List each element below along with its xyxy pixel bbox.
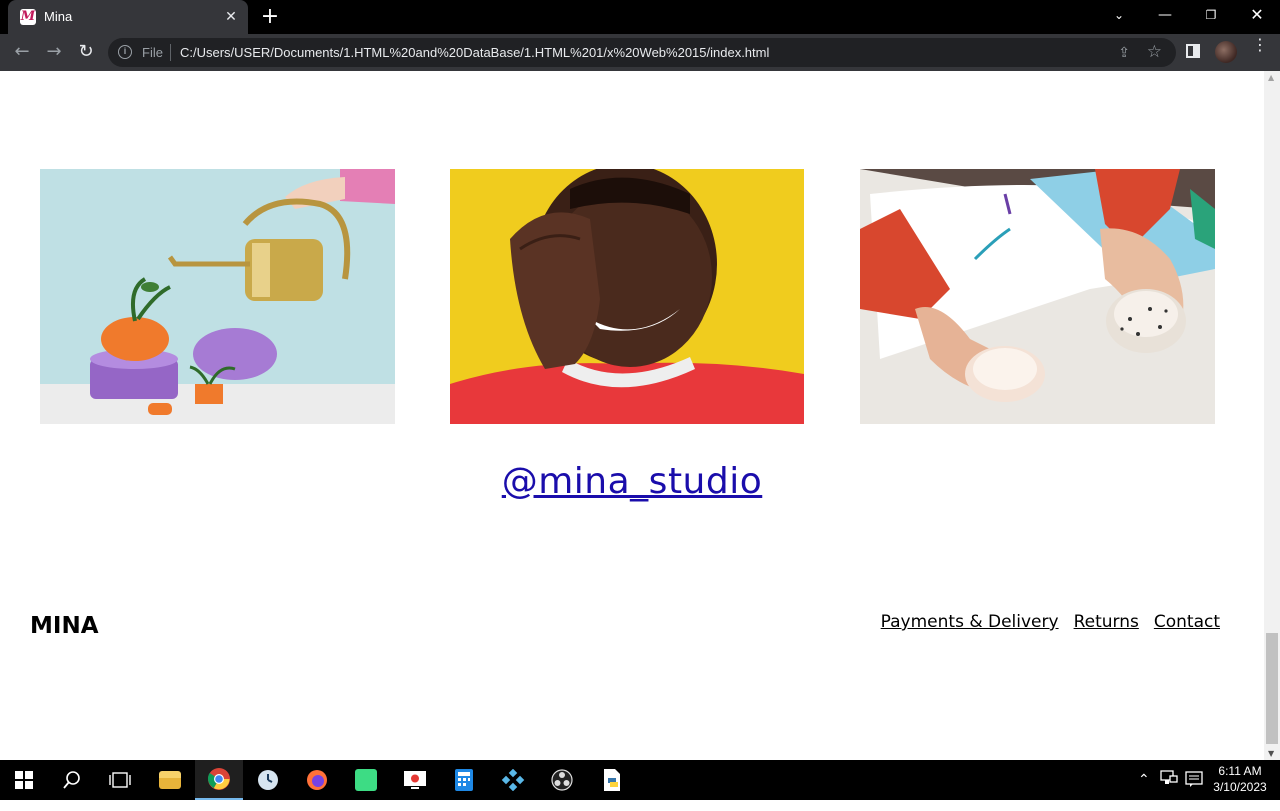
forward-arrow-icon[interactable]: → xyxy=(42,40,66,64)
clock-app-icon[interactable] xyxy=(244,760,292,800)
tab-title: Mina xyxy=(44,9,73,24)
windows-start-icon[interactable] xyxy=(0,760,48,800)
screen-recorder-icon[interactable] xyxy=(391,760,439,800)
gallery-image-smiling-man xyxy=(450,169,804,424)
gallery-image-watering-can xyxy=(40,169,395,424)
scroll-up-arrow-icon[interactable]: ▲ xyxy=(1268,73,1274,82)
clock-date: 3/10/2023 xyxy=(1213,780,1267,794)
restore-icon[interactable]: ❐ xyxy=(1188,0,1234,30)
window-close-icon[interactable]: ✕ xyxy=(1234,0,1280,30)
browser-title-bar: M Mina ✕ + ⌄ — ❐ ✕ xyxy=(0,0,1280,34)
browser-tab[interactable]: M Mina ✕ xyxy=(8,0,248,34)
file-explorer-icon[interactable] xyxy=(146,760,194,800)
firefox-icon[interactable] xyxy=(293,760,341,800)
scroll-down-arrow-icon[interactable]: ▼ xyxy=(1268,749,1274,758)
tab-search-chevron-icon[interactable]: ⌄ xyxy=(1096,0,1142,30)
footer-link-payments-delivery[interactable]: Payments & Delivery xyxy=(881,612,1059,632)
game-controller-icon[interactable] xyxy=(489,760,537,800)
scrollbar-thumb[interactable] xyxy=(1266,633,1278,744)
back-arrow-icon[interactable]: ← xyxy=(10,40,34,64)
footer-logo[interactable]: MINA xyxy=(30,613,99,639)
network-icon[interactable] xyxy=(1160,770,1178,810)
taskbar-clock[interactable]: 6:11 AM 3/10/2023 xyxy=(1208,763,1272,795)
browser-menu-icon[interactable]: ⋮ xyxy=(1252,37,1268,53)
obs-studio-icon[interactable] xyxy=(538,760,586,800)
profile-avatar[interactable] xyxy=(1215,41,1237,63)
mina-favicon-icon: M xyxy=(20,9,36,25)
address-scheme: File xyxy=(142,45,163,60)
footer-nav: Payments & Delivery Returns Contact xyxy=(881,612,1220,632)
close-tab-icon[interactable]: ✕ xyxy=(222,8,240,26)
chrome-taskbar-icon[interactable] xyxy=(195,760,243,800)
address-bar[interactable]: i File C:/Users/USER/Documents/1.HTML%20… xyxy=(108,38,1176,67)
side-panel-icon[interactable] xyxy=(1186,44,1200,58)
python-file-icon[interactable] xyxy=(588,760,636,800)
page-viewport: @mina_studio MINA Payments & Delivery Re… xyxy=(0,71,1264,760)
instagram-handle-link[interactable]: @mina_studio xyxy=(0,461,1264,502)
site-info-icon[interactable]: i xyxy=(118,45,132,59)
share-icon[interactable]: ⇪ xyxy=(1118,44,1130,61)
minimize-icon[interactable]: — xyxy=(1142,0,1188,30)
notification-icon[interactable] xyxy=(1185,770,1203,810)
reload-icon[interactable]: ↻ xyxy=(74,40,98,64)
new-tab-icon[interactable]: + xyxy=(258,5,282,29)
tray-overflow-chevron-icon[interactable]: ⌃ xyxy=(1138,771,1150,811)
address-url[interactable]: C:/Users/USER/Documents/1.HTML%20and%20D… xyxy=(180,45,769,60)
gallery-image-hands-cups xyxy=(860,169,1215,424)
footer-link-returns[interactable]: Returns xyxy=(1074,612,1139,632)
search-icon[interactable] xyxy=(48,760,96,800)
bookmark-star-icon[interactable]: ☆ xyxy=(1147,42,1162,62)
windows-taskbar: ⌃ 6:11 AM 3/10/2023 xyxy=(0,760,1280,800)
footer-link-contact[interactable]: Contact xyxy=(1154,612,1220,632)
page-scrollbar[interactable]: ▲ ▼ xyxy=(1264,71,1280,760)
address-separator xyxy=(170,44,171,61)
task-view-icon[interactable] xyxy=(96,760,144,800)
android-studio-icon[interactable] xyxy=(342,760,390,800)
calculator-icon[interactable] xyxy=(440,760,488,800)
browser-toolbar: ← → ↻ i File C:/Users/USER/Documents/1.H… xyxy=(0,34,1280,71)
clock-time: 6:11 AM xyxy=(1218,764,1262,778)
